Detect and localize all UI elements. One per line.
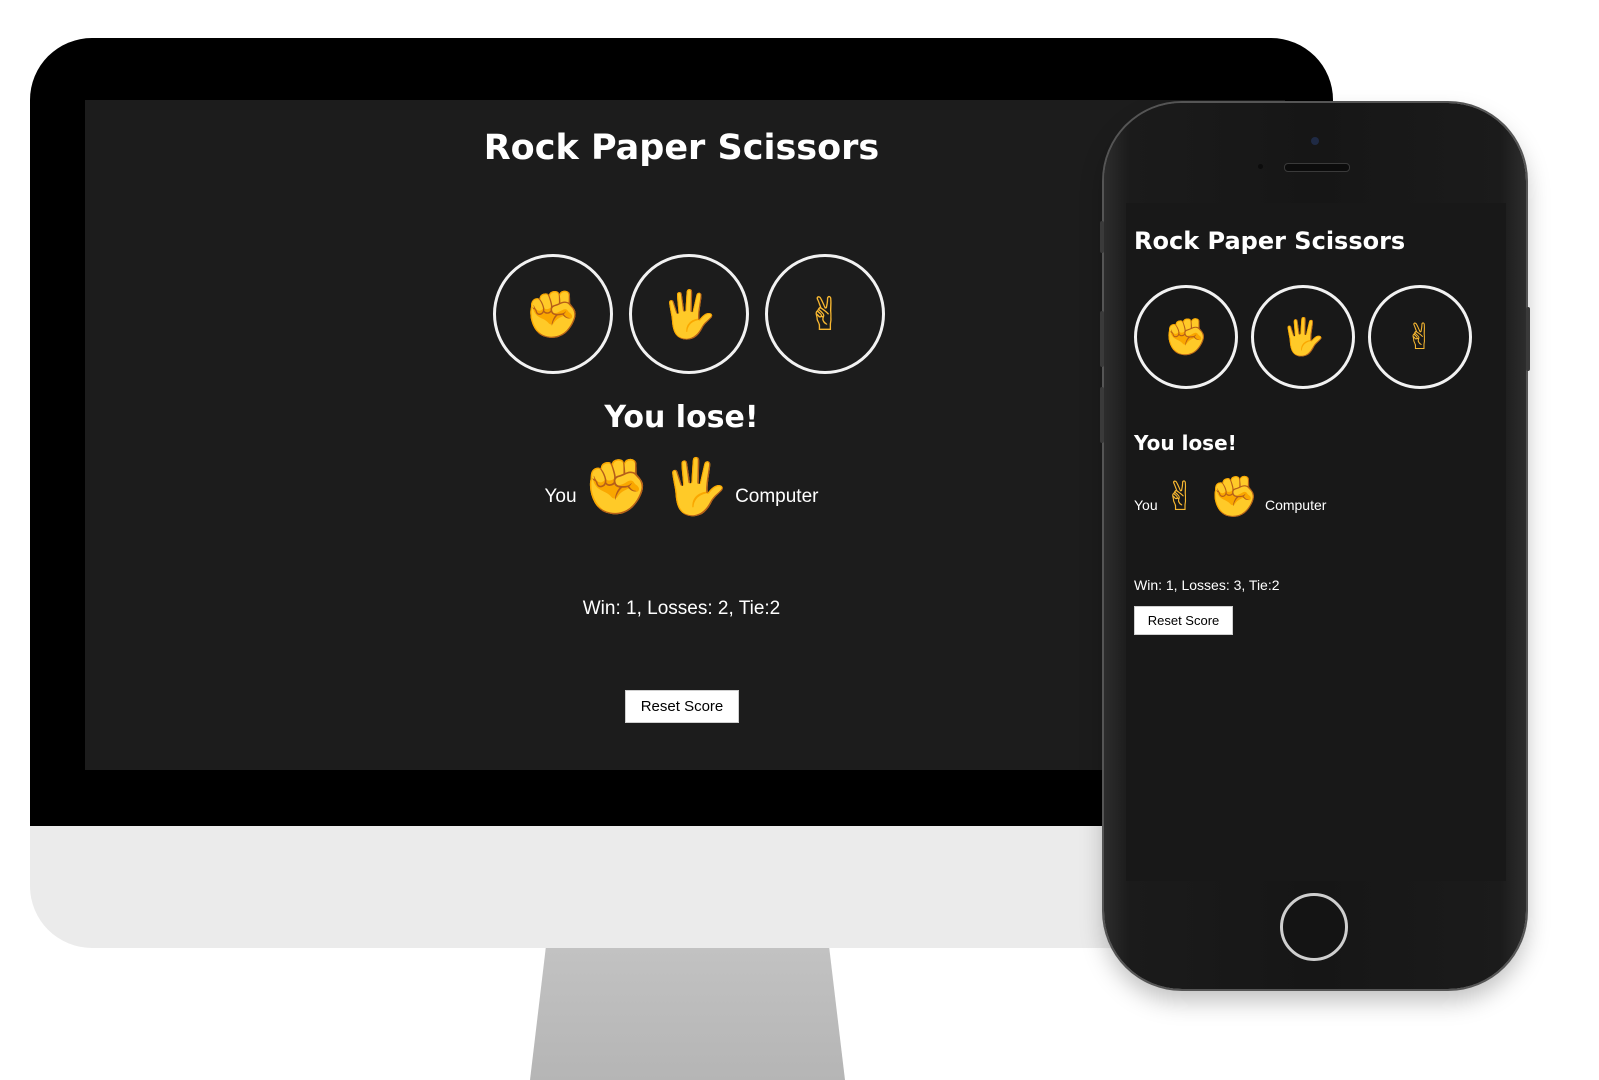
result-text: You lose!	[1134, 431, 1237, 455]
phone-volume-up	[1100, 311, 1104, 367]
paper-button[interactable]: 🖐	[629, 254, 749, 374]
device-mockup-scene: Rock Paper Scissors ✊ 🖐 ✌ You lose! You …	[0, 0, 1599, 1080]
phone-mute-switch	[1100, 221, 1104, 253]
victory-hand-icon: ✌	[1404, 316, 1436, 357]
computer-label: Computer	[1264, 497, 1327, 513]
moves-display: You ✌ ✊ Computer	[1134, 477, 1326, 517]
camera-icon	[1311, 137, 1319, 145]
phone-power-button	[1526, 307, 1530, 371]
score-text: Win: 1, Losses: 3, Tie:2	[1134, 577, 1280, 593]
raised-fist-icon: ✊	[524, 287, 582, 340]
phone-volume-down	[1100, 387, 1104, 443]
reset-score-button[interactable]: Reset Score	[625, 690, 739, 723]
choice-buttons: ✊ 🖐 ✌	[493, 254, 885, 374]
raised-hand-icon: 🖐	[660, 287, 718, 340]
home-button[interactable]	[1280, 893, 1348, 961]
player-move-icon: ✌	[1163, 475, 1198, 519]
choice-buttons: ✊ 🖐 ✌	[1134, 285, 1472, 389]
you-label: You	[544, 486, 577, 507]
player-move-icon: ✊	[582, 457, 650, 517]
imac-stand	[530, 948, 845, 1080]
page-title: Rock Paper Scissors	[1134, 227, 1406, 255]
phone-frame: Rock Paper Scissors ✊ 🖐 ✌ You lose! You …	[1100, 103, 1530, 989]
computer-move-icon: 🖐	[661, 457, 730, 517]
speaker-grille	[1284, 163, 1350, 172]
page-title: Rock Paper Scissors	[483, 128, 880, 168]
score-text: Win: 1, Losses: 2, Tie:2	[582, 598, 781, 619]
rock-button[interactable]: ✊	[1134, 285, 1238, 389]
computer-label: Computer	[735, 486, 819, 507]
sensor-icon	[1258, 164, 1263, 169]
you-label: You	[1134, 497, 1158, 513]
scissors-button[interactable]: ✌	[765, 254, 885, 374]
victory-hand-icon: ✌	[805, 288, 845, 340]
computer-move-icon: ✊	[1209, 475, 1259, 519]
mobile-app-screen: Rock Paper Scissors ✊ 🖐 ✌ You lose! You …	[1126, 203, 1506, 881]
moves-display: You ✊ 🖐 Computer	[85, 460, 1278, 514]
scissors-button[interactable]: ✌	[1368, 285, 1472, 389]
reset-score-button[interactable]: Reset Score	[1134, 606, 1233, 635]
rock-button[interactable]: ✊	[493, 254, 613, 374]
paper-button[interactable]: 🖐	[1251, 285, 1355, 389]
raised-hand-icon: 🖐	[1280, 316, 1326, 357]
raised-fist-icon: ✊	[1163, 316, 1209, 357]
